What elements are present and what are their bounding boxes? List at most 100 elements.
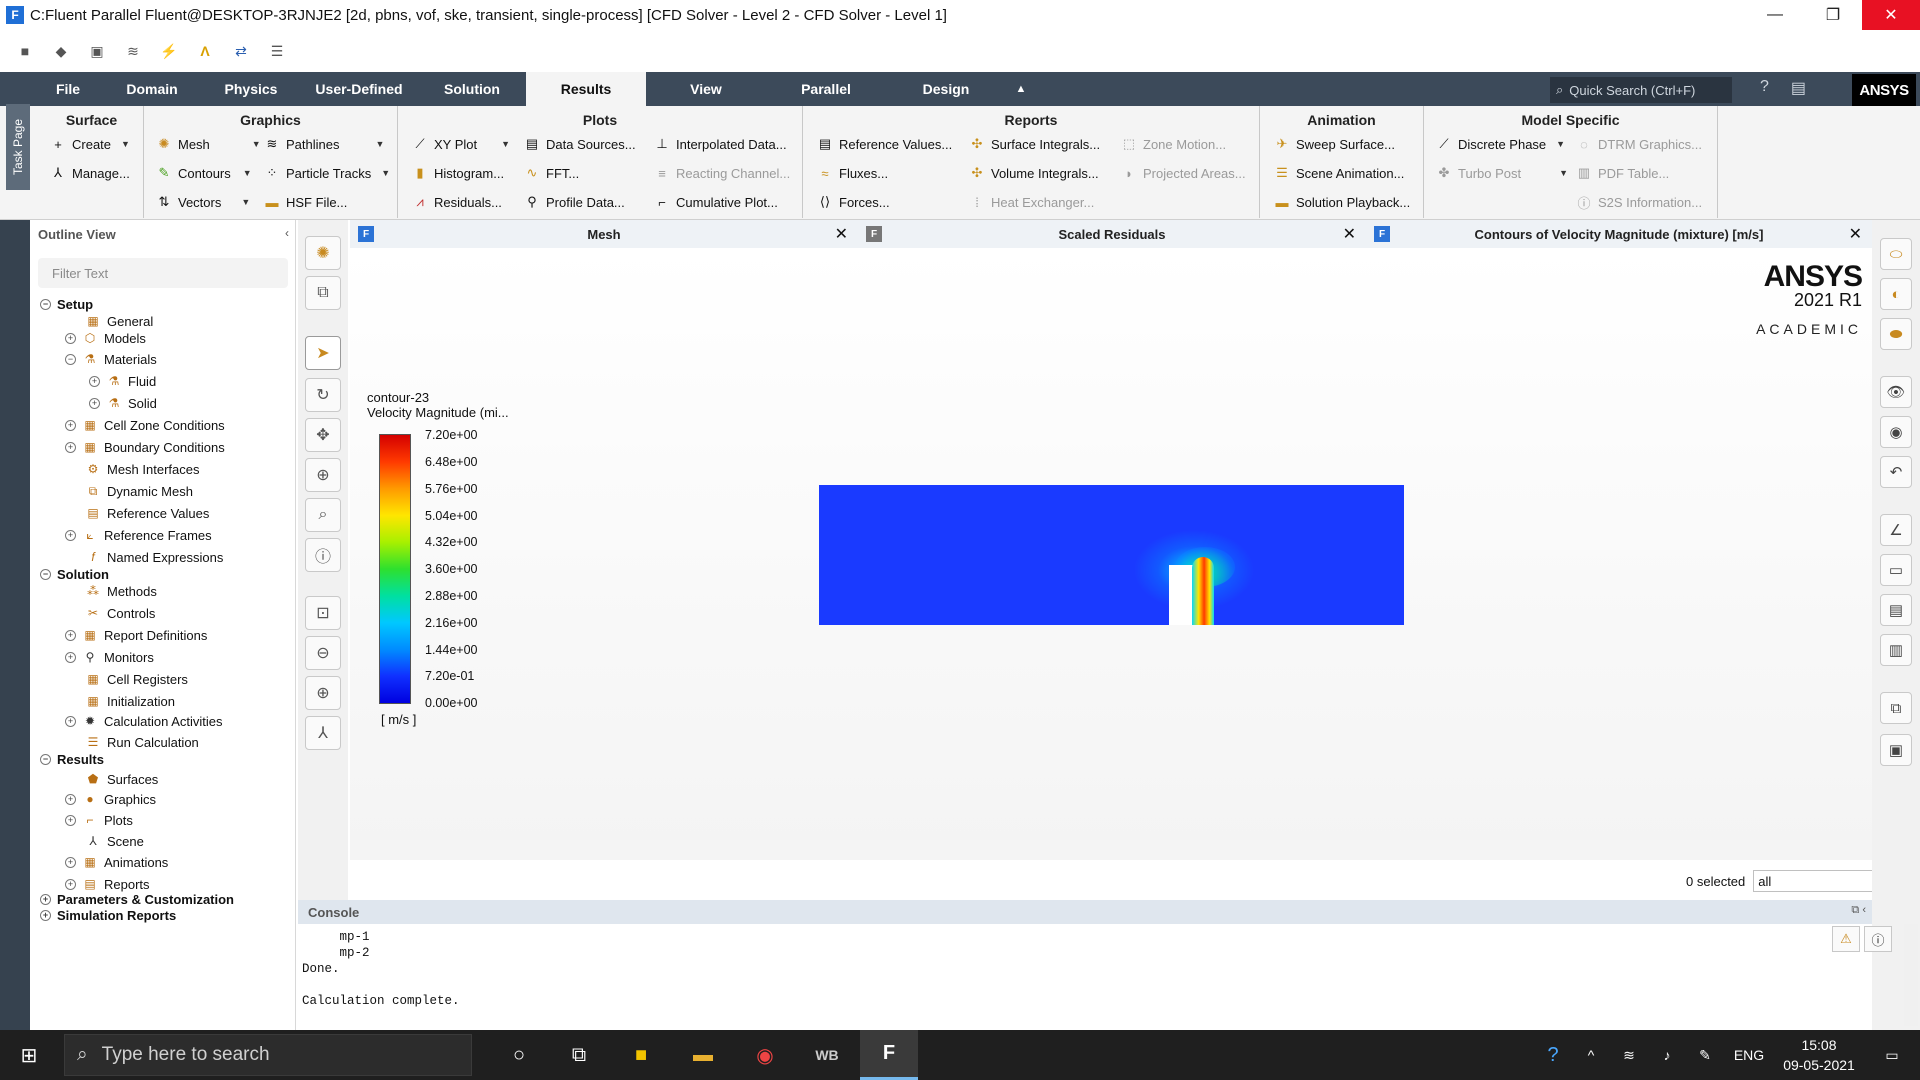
collapse-toggle-icon[interactable]: − bbox=[40, 569, 51, 580]
expand-toggle-icon[interactable]: + bbox=[89, 375, 100, 387]
close-tab-icon[interactable]: ✕ bbox=[1849, 224, 1862, 244]
restore-button[interactable]: ❐ bbox=[1804, 0, 1862, 30]
histogram-button[interactable]: ▮ Histogram... bbox=[412, 165, 504, 181]
tree-methods[interactable]: ⁂ Methods bbox=[85, 583, 157, 599]
workbench-icon[interactable]: WB bbox=[798, 1030, 856, 1080]
expand-toggle-icon[interactable]: + bbox=[65, 878, 76, 890]
surface-integrals-button[interactable]: ✣ Surface Integrals... bbox=[969, 136, 1101, 152]
notifications-icon[interactable]: ▭ bbox=[1864, 1047, 1920, 1064]
filter-text-input[interactable]: Filter Text bbox=[38, 258, 288, 288]
dtrm-graphics-button[interactable]: ◌ DTRM Graphics... bbox=[1576, 136, 1702, 152]
tree-graphics[interactable]: + ● Graphics bbox=[65, 791, 156, 807]
graphics-canvas[interactable]: ANSYS 2021 R1 ACADEMIC contour-23 Veloci… bbox=[350, 248, 1872, 860]
console-scrollbar[interactable] bbox=[1904, 924, 1918, 1026]
scene-animation-button[interactable]: ☰ Scene Animation... bbox=[1274, 165, 1404, 181]
contours-button[interactable]: ✎ Contours ▼ bbox=[156, 165, 252, 181]
file-explorer-icon[interactable]: ▬ bbox=[674, 1030, 732, 1080]
copy-image-icon[interactable]: ⧉ bbox=[1880, 692, 1912, 724]
tree-reference-values[interactable]: ▤ Reference Values bbox=[85, 505, 209, 521]
console-output[interactable]: mp-1 mp-2 Done. Calculation complete. bbox=[298, 924, 1872, 1026]
tab-contours-velocity[interactable]: F Contours of Velocity Magnitude (mixtur… bbox=[1366, 220, 1872, 248]
reacting-channel-button[interactable]: ≡ Reacting Channel... bbox=[654, 165, 790, 181]
data-sources-button[interactable]: ▤ Data Sources... bbox=[524, 136, 636, 152]
lightning-icon[interactable]: ⚡ bbox=[158, 40, 180, 62]
expand-toggle-icon[interactable]: + bbox=[65, 856, 76, 868]
turbo-post-button[interactable]: ✤ Turbo Post ▼ bbox=[1436, 165, 1568, 181]
expand-toggle-icon[interactable]: + bbox=[40, 894, 51, 905]
undo-view-icon[interactable]: ↶ bbox=[1880, 456, 1912, 488]
language-indicator[interactable]: ENG bbox=[1724, 1047, 1774, 1063]
tree-surfaces[interactable]: ⬟ Surfaces bbox=[85, 771, 159, 787]
zone-motion-button[interactable]: ⬚ Zone Motion... bbox=[1121, 136, 1226, 152]
tree-models[interactable]: + ⬡ Models bbox=[65, 330, 146, 346]
tree-named-expressions[interactable]: f Named Expressions bbox=[85, 549, 223, 565]
tree-reports[interactable]: + ▤ Reports bbox=[65, 876, 150, 892]
tab-parallel[interactable]: Parallel bbox=[766, 72, 886, 106]
tab-user-defined[interactable]: User-Defined bbox=[300, 72, 418, 106]
save-picture-icon[interactable]: ▣ bbox=[1880, 734, 1912, 766]
system-clock[interactable]: 15:08 09-05-2021 bbox=[1774, 1035, 1864, 1075]
tab-results[interactable]: Results bbox=[526, 72, 646, 106]
expand-toggle-icon[interactable]: + bbox=[65, 651, 76, 663]
help-icon[interactable]: ? bbox=[1534, 1044, 1572, 1067]
cumulative-plot-button[interactable]: ⌐ Cumulative Plot... bbox=[654, 194, 778, 210]
view-top-icon[interactable]: ⬭ bbox=[1880, 238, 1912, 270]
tree-mesh-interfaces[interactable]: ⚙ Mesh Interfaces bbox=[85, 461, 200, 477]
collapse-panel-icon[interactable]: ‹ bbox=[285, 226, 289, 240]
layout-icon[interactable]: ☰ bbox=[266, 40, 288, 62]
expand-toggle-icon[interactable]: + bbox=[40, 910, 51, 921]
tree-results[interactable]: − Results bbox=[40, 752, 104, 767]
tree-animations[interactable]: + ▦ Animations bbox=[65, 854, 168, 870]
tab-domain[interactable]: Domain bbox=[102, 72, 202, 106]
tree-materials[interactable]: − ⚗ Materials bbox=[65, 351, 157, 367]
read-case-icon[interactable]: ■ bbox=[14, 40, 36, 62]
expand-toggle-icon[interactable]: + bbox=[65, 419, 76, 431]
xy-plot-button[interactable]: ⟋ XY Plot ▼ bbox=[412, 136, 510, 152]
task-view-icon[interactable]: ⧉ bbox=[550, 1030, 608, 1080]
tree-cell-registers[interactable]: ▦ Cell Registers bbox=[85, 671, 188, 687]
tree-boundary-conditions[interactable]: + ▦ Boundary Conditions bbox=[65, 439, 225, 455]
hide-icon[interactable]: ◉ bbox=[1880, 416, 1912, 448]
network-icon[interactable]: ≋ bbox=[1610, 1047, 1648, 1064]
collapse-ribbon-icon[interactable]: ▲ bbox=[1006, 72, 1036, 106]
close-tab-icon[interactable]: ✕ bbox=[835, 224, 848, 244]
legend-icon[interactable]: ▥ bbox=[1880, 634, 1912, 666]
colormap-icon[interactable]: ▭ bbox=[1880, 554, 1912, 586]
annotation-icon[interactable]: ▤ bbox=[1880, 594, 1912, 626]
tree-dynamic-mesh[interactable]: ⧉ Dynamic Mesh bbox=[85, 483, 193, 499]
windows-start-icon[interactable]: ⊞ bbox=[0, 1030, 58, 1080]
chrome-icon[interactable]: ◉ bbox=[736, 1030, 794, 1080]
solution-playback-button[interactable]: ▬ Solution Playback... bbox=[1274, 194, 1411, 210]
tree-reference-frames[interactable]: + ⟀ Reference Frames bbox=[65, 527, 212, 543]
zoom-out-icon[interactable]: ⊖ bbox=[305, 636, 341, 670]
reference-values-button[interactable]: ▤ Reference Values... bbox=[817, 136, 952, 152]
close-tab-icon[interactable]: ✕ bbox=[1343, 224, 1356, 244]
tree-monitors[interactable]: + ⚲ Monitors bbox=[65, 649, 154, 665]
view-front-icon[interactable]: ⬬ bbox=[1880, 318, 1912, 350]
pan-icon[interactable]: ✥ bbox=[305, 418, 341, 452]
profile-data-button[interactable]: ⚲ Profile Data... bbox=[524, 194, 625, 210]
collapse-toggle-icon[interactable]: − bbox=[65, 353, 76, 365]
tab-mesh[interactable]: F Mesh ✕ bbox=[350, 220, 858, 248]
tree-controls[interactable]: ✂ Controls bbox=[85, 605, 155, 621]
copy-view-icon[interactable]: ⧉ bbox=[305, 276, 341, 310]
task-page-tab[interactable]: Task Page bbox=[6, 104, 30, 190]
probe-info-icon[interactable]: ⓘ bbox=[305, 538, 341, 572]
pathlines-button[interactable]: ≋ Pathlines ▼ bbox=[264, 136, 385, 152]
tab-file[interactable]: File bbox=[34, 72, 102, 106]
fit-to-window-icon[interactable]: ⊡ bbox=[305, 596, 341, 630]
fluxes-button[interactable]: ≈ Fluxes... bbox=[817, 165, 888, 181]
collapse-toggle-icon[interactable]: − bbox=[40, 299, 51, 310]
close-button[interactable]: ✕ bbox=[1862, 0, 1920, 30]
tree-general[interactable]: ▦ General bbox=[85, 313, 153, 329]
view-side-icon[interactable]: ◐ bbox=[1880, 278, 1912, 310]
tree-cell-zone-conditions[interactable]: + ▦ Cell Zone Conditions bbox=[65, 417, 225, 433]
s2s-information-button[interactable]: ⓘ S2S Information... bbox=[1576, 194, 1702, 211]
surface-create-button[interactable]: + Create ▼ bbox=[50, 136, 130, 152]
visibility-icon[interactable]: 👁 bbox=[1880, 376, 1912, 408]
heat-exchanger-button[interactable]: ⁞ Heat Exchanger... bbox=[969, 194, 1094, 210]
tab-scaled-residuals[interactable]: F Scaled Residuals ✕ bbox=[858, 220, 1366, 248]
tree-calculation-activities[interactable]: + ✹ Calculation Activities bbox=[65, 713, 223, 729]
fit-view-icon[interactable]: ✺ bbox=[305, 236, 341, 270]
cortana-icon[interactable]: ○ bbox=[490, 1030, 548, 1080]
